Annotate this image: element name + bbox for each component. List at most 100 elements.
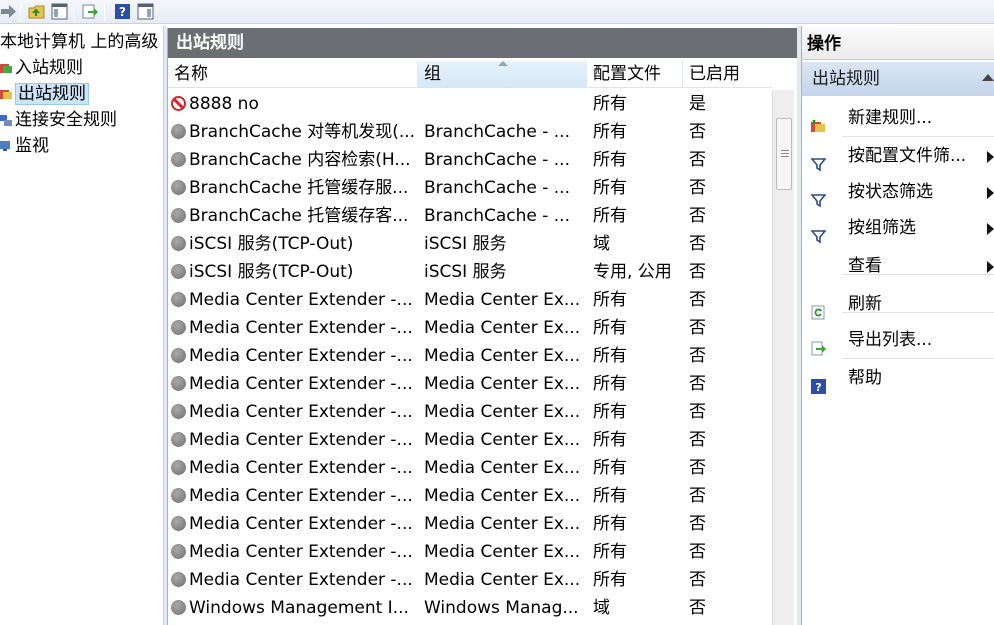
column-header-name[interactable]: 名称 — [168, 61, 418, 88]
action-filter-by-group[interactable]: 按组筛选 — [802, 210, 994, 246]
action-view[interactable]: 查看 — [802, 248, 994, 284]
table-row[interactable]: BranchCache 对等机发现(... BranchCache - ... 所有… — [168, 118, 772, 146]
rule-disabled-icon — [171, 320, 186, 335]
column-header-profile[interactable]: 配置文件 — [587, 61, 683, 88]
cell-profile: 所有 — [593, 570, 627, 590]
rule-disabled-icon — [171, 544, 186, 559]
cell-enabled: 否 — [689, 430, 706, 450]
action-filter-by-profile[interactable]: 按配置文件筛... — [802, 138, 994, 174]
rule-disabled-icon — [171, 180, 186, 195]
tree-item-connection-security-rules[interactable]: 连接安全规则 — [0, 108, 117, 132]
cell-group: BranchCache - ... — [424, 122, 570, 142]
export-icon[interactable] — [82, 3, 99, 20]
table-row[interactable]: Media Center Extender -... Media Center E… — [168, 286, 772, 314]
rule-disabled-icon — [171, 152, 186, 167]
action-filter-by-state[interactable]: 按状态筛选 — [802, 174, 994, 210]
tree-root-item[interactable]: 本地计算机 上的高级 — [0, 30, 158, 54]
cell-group: Media Center Ex... — [424, 570, 581, 590]
table-row[interactable]: Media Center Extender -... Media Center E… — [168, 342, 772, 370]
table-row[interactable]: iSCSI 服务(TCP-Out) iSCSI 服务 域 否 — [168, 230, 772, 258]
table-row[interactable]: Media Center Extender -... Media Center E… — [168, 314, 772, 342]
rule-name: Media Center Extender -... — [189, 430, 413, 450]
cell-enabled: 否 — [689, 542, 706, 562]
cell-profile: 所有 — [593, 150, 627, 170]
help-icon[interactable]: ? — [114, 3, 131, 20]
cell-profile: 所有 — [593, 514, 627, 534]
show-hide-action-pane-icon[interactable] — [137, 3, 154, 20]
cell-enabled: 否 — [689, 458, 706, 478]
cell-enabled: 否 — [689, 178, 706, 198]
cell-group: Media Center Ex... — [424, 458, 581, 478]
cell-name: Media Center Extender -... — [171, 426, 417, 454]
action-separator — [842, 136, 994, 137]
cell-group: iSCSI 服务 — [424, 262, 507, 282]
cell-group: Media Center Ex... — [424, 430, 581, 450]
scrollbar-thumb[interactable] — [776, 118, 792, 190]
up-folder-icon[interactable] — [28, 3, 45, 20]
rule-name: Media Center Extender -... — [189, 542, 413, 562]
cell-enabled: 否 — [689, 514, 706, 534]
table-row[interactable]: Media Center Extender -... Media Center E… — [168, 370, 772, 398]
table-row[interactable]: Media Center Extender -... Media Center E… — [168, 510, 772, 538]
table-row[interactable]: BranchCache 内容检索(H... BranchCache - ... 所有… — [168, 146, 772, 174]
cell-name: BranchCache 托管缓存客... — [171, 202, 417, 230]
action-label: 查看 — [848, 256, 882, 276]
cell-name: iSCSI 服务(TCP-Out) — [171, 258, 417, 286]
cell-profile: 域 — [593, 598, 610, 618]
table-row[interactable]: BranchCache 托管缓存服... BranchCache - ... 所有 否 — [168, 174, 772, 202]
tree-item-inbound-rules[interactable]: 入站规则 — [0, 56, 83, 80]
show-hide-tree-icon[interactable] — [51, 3, 68, 20]
table-row[interactable]: BranchCache 托管缓存客... BranchCache - ... 所有 否 — [168, 202, 772, 230]
table-row[interactable]: Media Center Extender -... Media Center E… — [168, 566, 772, 594]
rule-disabled-icon — [171, 572, 186, 587]
table-row[interactable]: Media Center Extender -... Media Center E… — [168, 482, 772, 510]
cell-name: Media Center Extender -... — [171, 370, 417, 398]
cell-profile: 所有 — [593, 346, 627, 366]
cell-profile: 域 — [593, 234, 610, 254]
table-row[interactable]: iSCSI 服务(TCP-Out) iSCSI 服务 专用, 公用否 — [168, 258, 772, 286]
cell-group: Windows Manag... — [424, 598, 579, 618]
rule-name: Media Center Extender -... — [189, 374, 413, 394]
collapse-arrow-icon[interactable] — [982, 74, 994, 81]
action-refresh[interactable]: 刷新 — [802, 286, 994, 322]
cell-group: Media Center Ex... — [424, 374, 581, 394]
table-row[interactable]: Media Center Extender -... Media Center E… — [168, 538, 772, 566]
table-row[interactable]: Media Center Extender -... Media Center E… — [168, 426, 772, 454]
column-header-enabled[interactable]: 已启用 — [683, 61, 769, 88]
submenu-arrow-icon — [987, 151, 994, 163]
help-icon: ? — [811, 371, 826, 394]
tree-item-outbound-rules[interactable]: 出站规则 — [0, 82, 89, 106]
rule-disabled-icon — [171, 292, 186, 307]
vertical-scrollbar[interactable] — [772, 90, 794, 625]
actions-section-header[interactable]: 出站规则 — [802, 62, 994, 96]
cell-enabled: 是 — [689, 94, 706, 114]
table-row[interactable]: Media Center Extender -... Media Center E… — [168, 454, 772, 482]
cell-group: Media Center Ex... — [424, 318, 581, 338]
rule-name: Media Center Extender -... — [189, 486, 413, 506]
rule-disabled-icon — [171, 236, 186, 251]
cell-name: BranchCache 内容检索(H... — [171, 146, 417, 174]
cell-name: Windows Management I... — [171, 594, 417, 622]
cell-enabled: 否 — [689, 262, 706, 282]
action-new-rule[interactable]: 新建规则... — [802, 100, 994, 136]
action-help[interactable]: ? 帮助 — [802, 360, 994, 396]
cell-enabled: 否 — [689, 122, 706, 142]
cell-profile: 所有 — [593, 542, 627, 562]
forward-arrow-icon[interactable] — [0, 3, 17, 20]
monitor-icon — [0, 141, 10, 151]
tree-item-monitor[interactable]: 监视 — [0, 134, 49, 158]
action-label: 按配置文件筛... — [848, 146, 967, 166]
cell-enabled: 否 — [689, 206, 706, 226]
cell-group: Media Center Ex... — [424, 346, 581, 366]
table-row[interactable]: 8888 no 所有 是 — [168, 90, 772, 118]
table-row[interactable]: Media Center Extender -... Media Center E… — [168, 398, 772, 426]
cell-name: Media Center Extender -... — [171, 342, 417, 370]
pane-title: 出站规则 — [168, 28, 798, 58]
action-export-list[interactable]: 导出列表... — [802, 322, 994, 358]
cell-group: BranchCache - ... — [424, 206, 570, 226]
export-list-icon — [811, 333, 826, 356]
table-row[interactable]: Windows Management I... Windows Manag... 域… — [168, 594, 772, 622]
action-label: 刷新 — [848, 294, 882, 314]
cell-enabled: 否 — [689, 486, 706, 506]
toolbar: ? — [0, 0, 994, 24]
